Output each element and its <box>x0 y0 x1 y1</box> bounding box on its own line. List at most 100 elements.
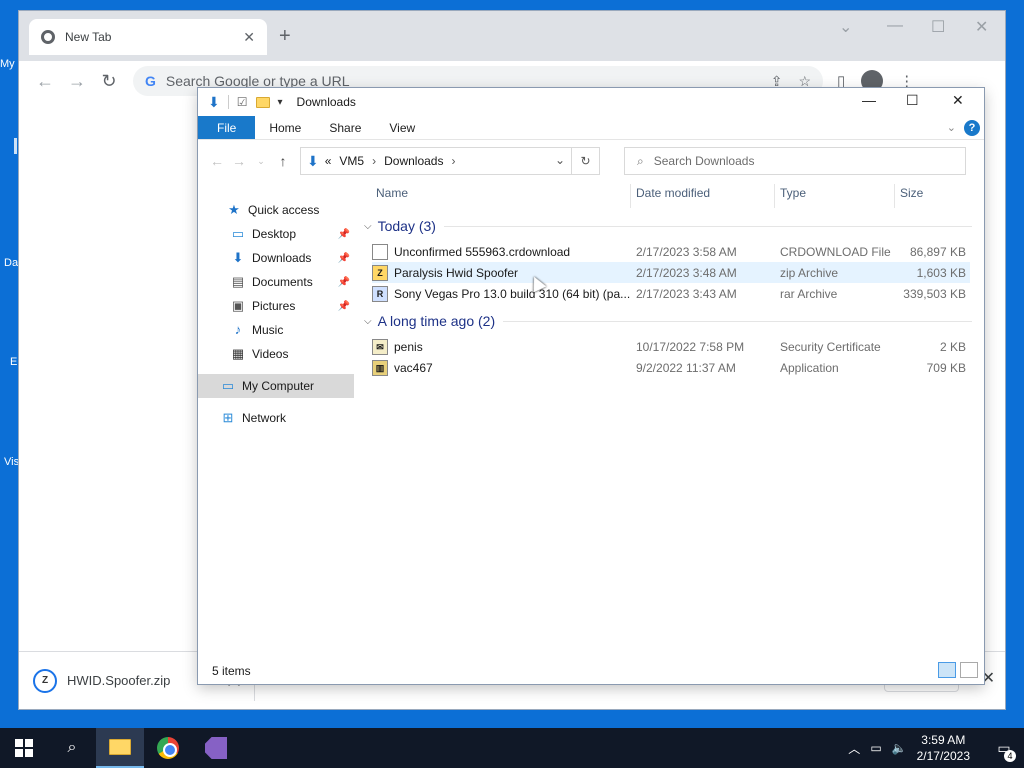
taskbar-file-explorer[interactable] <box>96 728 144 768</box>
divider <box>227 95 229 109</box>
breadcrumb-overflow[interactable]: « <box>325 154 332 168</box>
details-view-icon[interactable] <box>938 662 956 678</box>
search-icon: ⌕ <box>637 153 644 168</box>
close-window-button[interactable]: ✕ <box>975 17 988 37</box>
nav-label: Quick access <box>248 203 320 217</box>
tab-search-icon[interactable]: ⌄ <box>839 17 852 37</box>
column-divider[interactable] <box>894 184 895 208</box>
computer-icon: ▭ <box>221 378 235 393</box>
omnibox-placeholder: Search Google or type a URL <box>165 73 350 89</box>
file-row[interactable]: ▥ vac467 9/2/2022 11:37 AM Application 7… <box>372 357 970 378</box>
breadcrumb-vm5[interactable]: VM5 <box>339 154 364 168</box>
chevron-down-icon[interactable]: ⌵ <box>364 221 372 232</box>
explorer-close-button[interactable]: ✕ <box>952 92 964 109</box>
customize-qat-icon[interactable]: ▾ <box>278 97 283 108</box>
desktop-icon[interactable] <box>14 138 17 154</box>
column-divider[interactable] <box>630 184 631 208</box>
back-button[interactable]: ← <box>206 153 228 169</box>
desktop-icon-label[interactable]: Da <box>4 257 18 269</box>
column-divider[interactable] <box>774 184 775 208</box>
forward-button[interactable]: → <box>228 153 250 169</box>
file-type: zip Archive <box>780 265 839 280</box>
column-header-date[interactable]: Date modified <box>636 186 710 206</box>
chevron-down-icon[interactable]: ⌵ <box>364 316 372 327</box>
breadcrumb-chevron-icon[interactable]: › <box>372 154 376 168</box>
close-tab-icon[interactable]: ✕ <box>243 29 255 46</box>
desktop-icon-label[interactable]: E <box>10 356 17 368</box>
address-bar[interactable]: ⬇ « VM5 › Downloads › ⌄ ↻ <box>300 147 600 175</box>
clock-date: 2/17/2023 <box>916 749 970 763</box>
network-status-icon[interactable]: ▭ <box>870 741 881 755</box>
up-button[interactable]: ↑ <box>272 153 294 169</box>
file-row[interactable]: Z Paralysis Hwid Spoofer 2/17/2023 3:48 … <box>372 262 970 283</box>
nav-label: My Computer <box>242 379 315 393</box>
new-tab-button[interactable]: + <box>279 25 291 48</box>
explorer-maximize-button[interactable]: ☐ <box>906 92 919 109</box>
file-explorer-window: ⬇ ☑ ▾ Downloads — ☐ ✕ File Home Share Vi… <box>198 88 984 750</box>
taskbar-visual-studio[interactable] <box>192 728 240 768</box>
group-header-today[interactable]: ⌵ Today (3) <box>364 218 972 234</box>
tab-file[interactable]: File <box>198 116 256 139</box>
start-button[interactable] <box>0 728 48 768</box>
desktop-icon-label[interactable]: My <box>0 58 15 70</box>
tab-view[interactable]: View <box>375 116 429 139</box>
file-size: 709 KB <box>926 360 966 375</box>
nav-network[interactable]: ⊞ Network <box>198 406 354 430</box>
search-button[interactable]: ⌕ <box>48 728 96 768</box>
column-header-name[interactable]: Name <box>376 186 408 206</box>
minimize-button[interactable]: — <box>887 17 903 35</box>
recent-locations-icon[interactable]: ⌄ <box>250 156 272 167</box>
search-icon: ⌕ <box>67 739 77 756</box>
nav-pictures[interactable]: ▣ Pictures 📌 <box>198 294 354 318</box>
nav-music[interactable]: ♪ Music <box>198 318 354 342</box>
zip-file-icon: Z <box>33 668 57 693</box>
application-icon: ▥ <box>372 359 388 376</box>
help-icon[interactable]: ? <box>964 120 980 136</box>
tab-strip: New Tab ✕ + ⌄ — ☐ ✕ <box>19 11 1005 61</box>
expand-ribbon-icon[interactable]: ⌄ <box>947 121 956 134</box>
volume-icon[interactable]: 🔈 <box>892 741 907 755</box>
clock[interactable]: 3:59 AM 2/17/2023 <box>917 732 970 764</box>
nav-desktop[interactable]: ▭ Desktop 📌 <box>198 222 354 246</box>
forward-button[interactable]: → <box>61 71 93 92</box>
group-label: A long time ago (2) <box>377 313 496 329</box>
file-name: vac467 <box>394 360 433 375</box>
maximize-button[interactable]: ☐ <box>931 17 945 37</box>
action-center-button[interactable]: ▭ 4 <box>984 740 1024 762</box>
column-header-type[interactable]: Type <box>780 186 806 206</box>
reload-button[interactable]: ↻ <box>93 71 125 92</box>
address-row: ← → ⌄ ↑ ⬇ « VM5 › Downloads › ⌄ ↻ ⌕ Sear… <box>198 140 984 182</box>
file-name: Paralysis Hwid Spoofer <box>394 265 519 280</box>
file-row[interactable]: ✉ penis 10/17/2022 7:58 PM Security Cert… <box>372 336 970 357</box>
tab-share[interactable]: Share <box>315 116 375 139</box>
breadcrumb-chevron-icon[interactable]: › <box>451 154 455 168</box>
properties-icon[interactable]: ☑ <box>237 95 248 109</box>
search-input[interactable]: ⌕ Search Downloads <box>624 147 966 175</box>
large-icons-view-icon[interactable] <box>960 662 978 678</box>
file-row[interactable]: R Sony Vegas Pro 13.0 build 310 (64 bit)… <box>372 283 970 304</box>
new-folder-icon[interactable] <box>255 96 270 108</box>
nav-documents[interactable]: ▤ Documents 📌 <box>198 270 354 294</box>
refresh-icon[interactable]: ↻ <box>571 148 599 174</box>
address-dropdown-icon[interactable]: ⌄ <box>555 153 565 167</box>
file-size: 1,603 KB <box>916 265 966 280</box>
breadcrumb-downloads[interactable]: Downloads <box>384 154 443 168</box>
taskbar-chrome[interactable] <box>144 728 192 768</box>
nav-label: Pictures <box>252 299 296 313</box>
nav-videos[interactable]: ▦ Videos <box>198 342 354 366</box>
nav-my-computer[interactable]: ▭ My Computer <box>198 374 354 398</box>
nav-quick-access[interactable]: ★ Quick access <box>198 198 354 222</box>
tab-new-tab[interactable]: New Tab ✕ <box>29 19 267 55</box>
file-row[interactable]: Unconfirmed 555963.crdownload 2/17/2023 … <box>372 241 970 262</box>
show-hidden-icons-icon[interactable]: ︿ <box>848 740 860 757</box>
group-header-long-time-ago[interactable]: ⌵ A long time ago (2) <box>364 313 972 329</box>
column-header-size[interactable]: Size <box>900 186 923 206</box>
nav-downloads[interactable]: ⬇ Downloads 📌 <box>198 246 354 270</box>
desktop-icon-label[interactable]: Vis <box>4 456 19 468</box>
bookmark-star-icon[interactable]: ☆ <box>798 73 811 90</box>
back-button[interactable]: ← <box>29 71 61 92</box>
nav-label: Desktop <box>252 227 297 241</box>
tab-home[interactable]: Home <box>255 116 315 139</box>
explorer-minimize-button[interactable]: — <box>862 92 876 108</box>
share-icon[interactable]: ⇪ <box>771 73 783 90</box>
